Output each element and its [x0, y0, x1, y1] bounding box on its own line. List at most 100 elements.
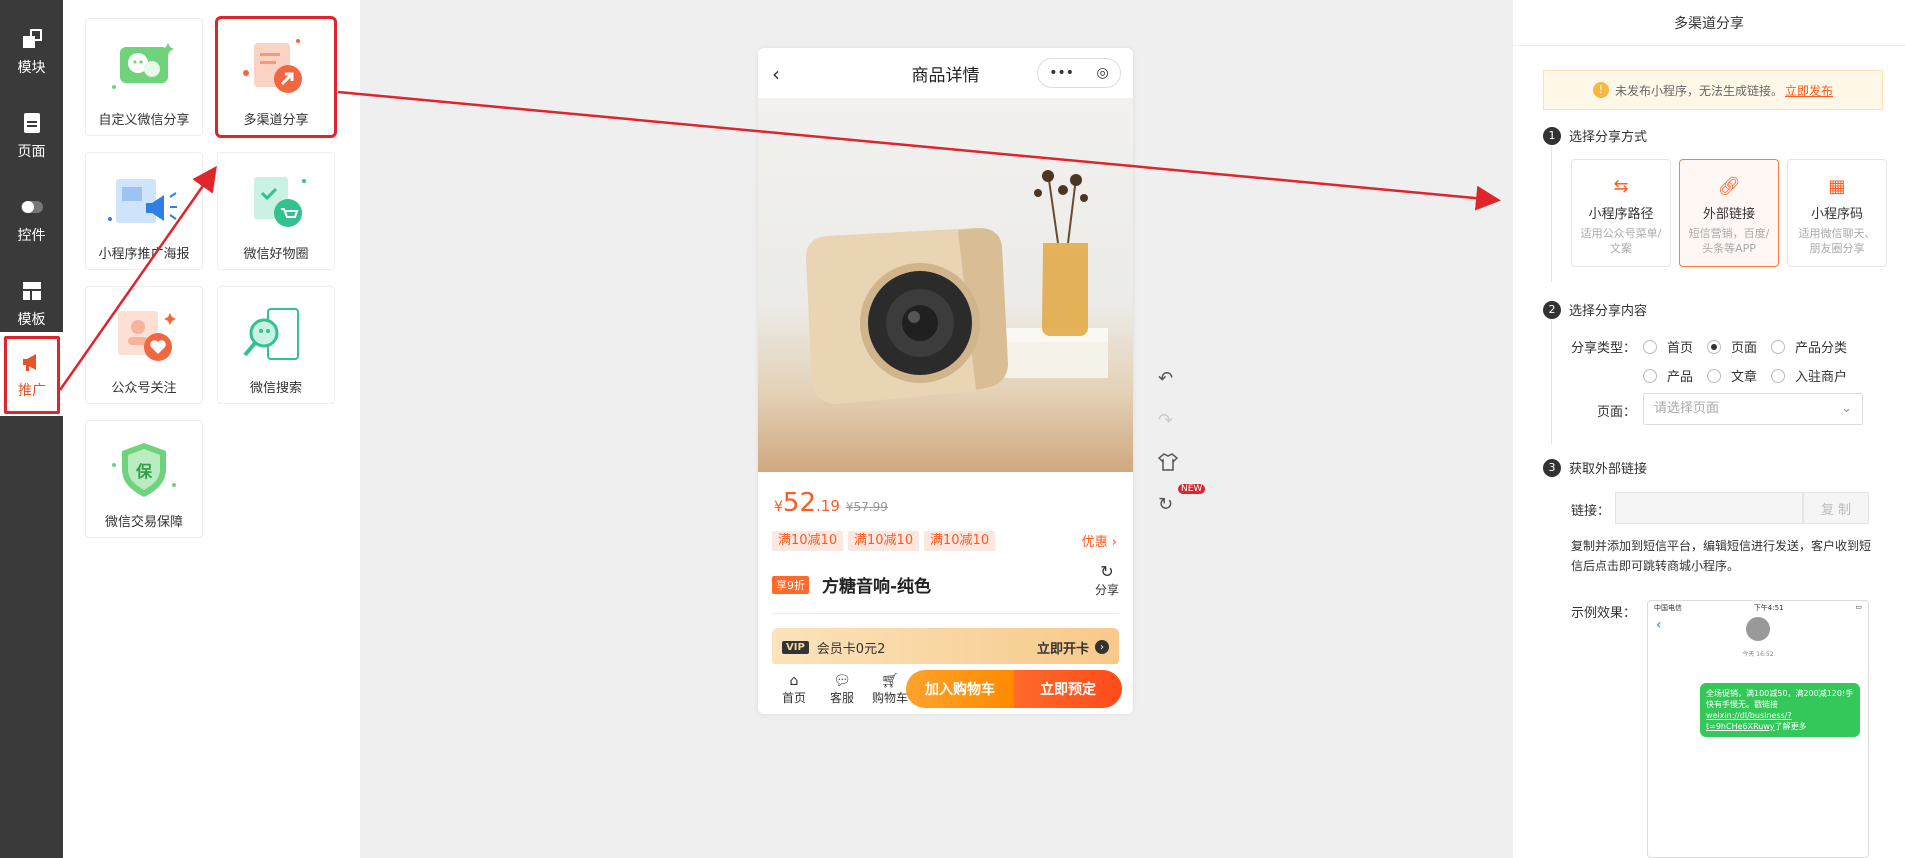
- unpublished-notice: ! 未发布小程序，无法生成链接。 立即发布: [1543, 70, 1883, 110]
- external-link-input[interactable]: [1615, 492, 1803, 524]
- undo-icon[interactable]: ↶: [1158, 368, 1178, 389]
- shirt-icon[interactable]: [1157, 452, 1179, 472]
- radio-label: 首页: [1667, 341, 1694, 356]
- page-select[interactable]: 请选择页面 ⌄: [1643, 393, 1863, 425]
- step-2: 2 选择分享内容: [1543, 300, 1647, 319]
- step-label: 选择分享内容: [1569, 304, 1648, 319]
- radio-product-category[interactable]: 产品分类: [1771, 337, 1847, 356]
- home-icon: ⌂: [789, 672, 799, 689]
- new-badge: NEW: [1178, 484, 1206, 494]
- rail-item-promote[interactable]: 推广: [4, 336, 60, 414]
- back-icon[interactable]: ‹: [772, 62, 780, 86]
- bubble-tail: 了解更多: [1774, 722, 1807, 731]
- tab-home[interactable]: ⌂ 首页: [770, 673, 818, 706]
- widget-card-wechat-search[interactable]: 微信搜索: [217, 286, 335, 404]
- demo-status-bar: 中国电信 下午4:51 ▭: [1648, 601, 1868, 615]
- step-connector: [1551, 320, 1552, 444]
- battery-icon: ▭: [1855, 603, 1862, 611]
- vip-open-card-link[interactable]: 立即开卡: [1037, 638, 1089, 657]
- more-dots-icon[interactable]: •••: [1049, 65, 1074, 81]
- coupon-tag[interactable]: 满10减10: [848, 531, 920, 551]
- publish-now-link[interactable]: 立即发布: [1785, 82, 1833, 99]
- svg-text:保: 保: [135, 462, 153, 481]
- radio-dot: [1707, 339, 1721, 354]
- rail-item-label: 模板: [17, 312, 46, 328]
- step-1: 1 选择分享方式: [1543, 126, 1647, 145]
- link-icon: 🔗︎: [1717, 176, 1741, 197]
- radio-label: 入驻商户: [1795, 370, 1848, 385]
- radio-article[interactable]: 文章: [1707, 366, 1757, 385]
- share-method-mini-program-path[interactable]: ⇆ 小程序路径 适用公众号菜单/文案: [1571, 159, 1671, 267]
- option-desc: 适用公众号菜单/文案: [1580, 227, 1662, 255]
- widget-label: 微信搜索: [249, 381, 302, 396]
- speaker-illustration: [806, 170, 1108, 404]
- widget-card-mini-program-poster[interactable]: 小程序推广海报: [85, 152, 203, 270]
- link-description: 复制并添加到短信平台，编辑短信进行发送，客户收到短信后点击即可跳转商城小程序。: [1571, 539, 1872, 573]
- search-icon: [243, 308, 299, 360]
- shield-icon: 保: [112, 443, 176, 497]
- chat-icon: 💬︎: [833, 672, 851, 689]
- product-name: 方糖音响-纯色: [822, 577, 932, 597]
- share-method-external-link[interactable]: 🔗︎ 外部链接 短信营销，百度/头条等APP: [1679, 159, 1779, 267]
- rail-item-module[interactable]: 模块: [0, 10, 63, 94]
- promo-link[interactable]: 优惠 ›: [1082, 531, 1117, 550]
- redo-icon[interactable]: ↷: [1158, 410, 1178, 431]
- page-label: 页面：: [1597, 405, 1637, 420]
- demo-label: 示例效果：: [1571, 606, 1637, 621]
- step-number: 2: [1543, 300, 1561, 319]
- phone-nav-bar: ‹ 商品详情 ••• ◎: [758, 48, 1133, 98]
- refresh-icon[interactable]: ↻ NEW: [1158, 484, 1206, 515]
- warning-icon: !: [1592, 82, 1609, 98]
- widget-card-multichannel-share[interactable]: 多渠道分享: [215, 16, 337, 138]
- rail-item-label: 控件: [17, 228, 46, 244]
- settings-title: 多渠道分享: [1513, 0, 1905, 46]
- page-icon: [23, 113, 40, 133]
- share-label: 分享: [1094, 583, 1119, 597]
- rail-item-page[interactable]: 页面: [0, 94, 63, 178]
- widget-label: 微信好物圈: [243, 247, 309, 262]
- radio-label: 页面: [1731, 341, 1758, 356]
- coupon-tag[interactable]: 满10减10: [924, 531, 996, 551]
- product-image: [758, 98, 1133, 472]
- template-icon: [22, 282, 41, 300]
- price-currency: ¥: [774, 499, 783, 515]
- widget-card-custom-wechat-share[interactable]: 自定义微信分享: [85, 18, 203, 136]
- widget-label: 微信交易保障: [104, 515, 183, 530]
- multichannel-share-icon: [243, 39, 302, 93]
- copy-button[interactable]: 复 制: [1803, 492, 1869, 524]
- radio-merchant[interactable]: 入驻商户: [1771, 366, 1847, 385]
- rail-item-label: 推广: [18, 383, 46, 399]
- widget-card-wechat-trade-guarantee[interactable]: 保 微信交易保障: [85, 420, 203, 538]
- demo-timestamp: 今天 16:52: [1742, 651, 1774, 658]
- widget-label: 小程序推广海报: [98, 247, 190, 262]
- radio-page[interactable]: 页面: [1707, 337, 1757, 356]
- follow-heart-icon: [118, 311, 176, 361]
- poster-megaphone-icon: [108, 179, 177, 223]
- add-to-cart-button[interactable]: 加入购物车: [906, 670, 1014, 708]
- share-type-label: 分享类型：: [1571, 341, 1637, 356]
- buy-now-button[interactable]: 立即预定: [1014, 670, 1122, 708]
- step-3: 3 获取外部链接: [1543, 458, 1647, 477]
- option-desc: 短信营销，百度/头条等APP: [1688, 227, 1770, 255]
- vip-card-bar[interactable]: VIP 会员卡0元2 立即开卡 ›: [772, 628, 1119, 666]
- rail-item-label: 页面: [17, 144, 46, 160]
- tab-label: 客服: [829, 690, 854, 705]
- tab-service[interactable]: 💬︎ 客服: [818, 673, 866, 706]
- share-method-mini-program-code[interactable]: ▦ 小程序码 适用微信聊天、朋友圈分享: [1787, 159, 1887, 267]
- product-share-button[interactable]: ↻ 分享: [1095, 562, 1119, 598]
- megaphone-icon: [23, 354, 36, 371]
- widget-card-official-account-follow[interactable]: 公众号关注: [85, 286, 203, 404]
- radio-dot: [1771, 368, 1785, 383]
- vip-text: 会员卡0元2: [816, 641, 886, 657]
- mini-program-capsule[interactable]: ••• ◎: [1037, 58, 1121, 88]
- link-label: 链接：: [1571, 504, 1611, 519]
- close-target-icon[interactable]: ◎: [1097, 65, 1109, 81]
- widget-panel: 自定义微信分享 多渠道分享 小程序推广海报 微信好物圈 公众号关注 微信搜索 保…: [63, 0, 360, 858]
- widget-label: 多渠道分享: [243, 113, 309, 128]
- radio-home[interactable]: 首页: [1643, 337, 1693, 356]
- coupon-tag[interactable]: 满10减10: [772, 531, 844, 551]
- radio-product[interactable]: 产品: [1643, 366, 1693, 385]
- widget-card-wechat-goods-circle[interactable]: 微信好物圈: [217, 152, 335, 270]
- rail-item-control[interactable]: 控件: [0, 178, 63, 262]
- demo-sms-bubble: 全场促销，满100减50，满200减120!手快有手慢无。戳链接weixin:/…: [1700, 683, 1860, 737]
